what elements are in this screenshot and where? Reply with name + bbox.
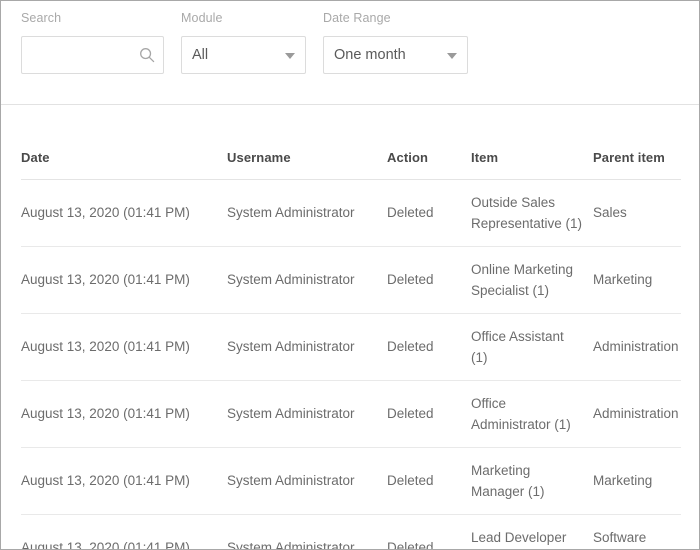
audit-log-panel: Search Module All Date Range One month D… (0, 0, 700, 550)
table-header: Date Username Action Item Parent item (21, 105, 681, 180)
cell-action: Deleted (387, 313, 471, 381)
cell-item: Online Marketing Specialist (1) (471, 246, 593, 314)
audit-log-table: Date Username Action Item Parent item Au… (21, 105, 681, 550)
cell-username: System Administrator (227, 313, 387, 381)
table-row: August 13, 2020 (01:41 PM) System Admini… (21, 246, 681, 314)
search-label: Search (21, 11, 62, 25)
cell-parent-item: Marketing (593, 246, 681, 314)
cell-date: August 13, 2020 (01:41 PM) (21, 246, 227, 314)
column-header-date[interactable]: Date (21, 105, 227, 180)
cell-parent-item: Administration (593, 380, 681, 448)
column-header-parent-item[interactable]: Parent item (593, 105, 681, 180)
search-field-wrapper (21, 36, 164, 74)
cell-action: Deleted (387, 179, 471, 247)
column-header-action[interactable]: Action (387, 105, 471, 180)
cell-date: August 13, 2020 (01:41 PM) (21, 540, 190, 550)
table-row: August 13, 2020 (01:41 PM) System Admini… (21, 179, 681, 247)
table-row: August 13, 2020 (01:41 PM) System Admini… (21, 380, 681, 448)
filter-group-date-range: Date Range One month (323, 11, 483, 74)
cell-item: Marketing Manager (1) (471, 447, 593, 515)
cell-parent-item: Sales (593, 179, 681, 247)
module-label: Module (181, 11, 223, 25)
cell-date: August 13, 2020 (01:41 PM) (21, 380, 227, 448)
cell-action: Deleted (387, 540, 434, 550)
column-header-item[interactable]: Item (471, 105, 593, 180)
cell-action: Deleted (387, 380, 471, 448)
cell-parent-item: Software Development (593, 529, 647, 545)
table-row: August 13, 2020 (01:41 PM) System Admini… (21, 313, 681, 381)
cell-parent-item: Marketing (593, 447, 681, 515)
table-row: August 13, 2020 (01:41 PM) System Admini… (21, 514, 681, 550)
table-row: August 13, 2020 (01:41 PM) System Admini… (21, 447, 681, 515)
log-table-region: Date Username Action Item Parent item Au… (1, 105, 699, 550)
cell-username: System Administrator (227, 380, 387, 448)
date-range-label: Date Range (323, 11, 391, 25)
date-range-select-wrapper: One month (323, 36, 468, 74)
column-header-username[interactable]: Username (227, 105, 387, 180)
cell-action: Deleted (387, 246, 471, 314)
cell-username: System Administrator (227, 447, 387, 515)
cell-action: Deleted (387, 447, 471, 515)
cell-item: Office Administrator (1) (471, 380, 593, 448)
cell-parent-item: Administration (593, 313, 681, 381)
date-range-select[interactable]: One month (323, 36, 468, 74)
table-body: August 13, 2020 (01:41 PM) System Admini… (21, 179, 681, 550)
cell-date: August 13, 2020 (01:41 PM) (21, 313, 227, 381)
cell-item: Office Assistant (1) (471, 313, 593, 381)
module-select-wrapper: All (181, 36, 306, 74)
cell-date: August 13, 2020 (01:41 PM) (21, 179, 227, 247)
search-input[interactable] (21, 36, 164, 74)
filter-group-module: Module All (181, 11, 323, 74)
cell-item: Lead Developer (1) (471, 529, 567, 545)
cell-username: System Administrator (227, 179, 387, 247)
filter-group-search: Search (21, 11, 181, 74)
cell-date: August 13, 2020 (01:41 PM) (21, 447, 227, 515)
filter-bar: Search Module All Date Range One month (1, 1, 699, 105)
cell-username: System Administrator (227, 540, 355, 550)
table-header-row: Date Username Action Item Parent item (21, 105, 681, 180)
cell-username: System Administrator (227, 246, 387, 314)
cell-item: Outside Sales Representative (1) (471, 179, 593, 247)
module-select[interactable]: All (181, 36, 306, 74)
